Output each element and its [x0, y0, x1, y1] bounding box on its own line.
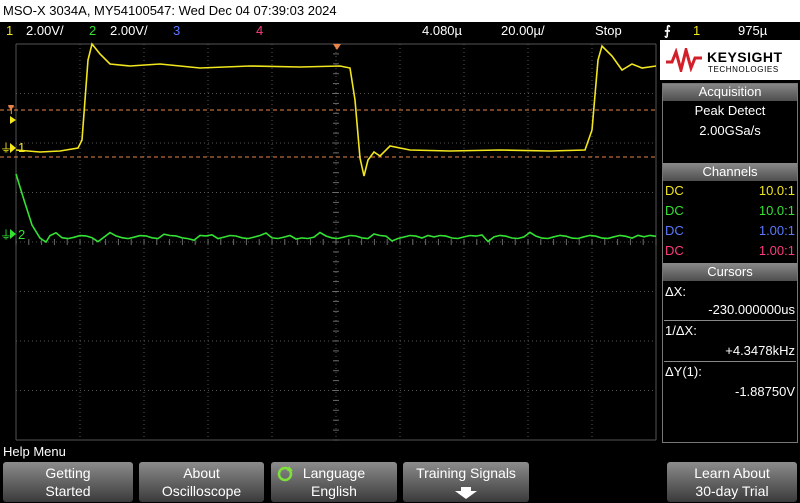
about-oscilloscope-softkey[interactable]: About Oscilloscope: [139, 462, 264, 502]
channels-box: DC 10.0:1 DC 10.0:1 DC 1.00:1 DC 1.00:1: [662, 181, 798, 261]
softkey-line1: Learn About: [694, 465, 770, 481]
softkey-line1: Training Signals: [416, 465, 516, 481]
acquisition-rate: 2.00GSa/s: [699, 123, 761, 138]
svg-text:⏚: ⏚: [0, 228, 12, 242]
brand-name: KEYSIGHT: [707, 49, 783, 65]
ch1-scale[interactable]: 2.00V/: [26, 22, 64, 40]
inverse-delta-x-label: 1/ΔX:: [665, 323, 697, 338]
time-scale[interactable]: 20.00µ/: [501, 22, 545, 40]
ch4-coupling: DC: [665, 243, 684, 258]
getting-started-softkey[interactable]: Getting Started: [3, 462, 133, 502]
ch2-number[interactable]: 2: [89, 22, 96, 40]
acquisition-box: Peak Detect 2.00GSa/s: [662, 101, 798, 141]
keysight-wave-icon: [666, 48, 702, 72]
waveform-display[interactable]: T 1 ⏚ 2 ⏚: [0, 40, 660, 443]
run-state[interactable]: Stop: [595, 22, 622, 40]
trigger-marker-label: T: [8, 105, 15, 117]
divider: [664, 361, 796, 362]
side-panel: KEYSIGHT TECHNOLOGIES Acquisition Peak D…: [660, 40, 800, 443]
title-bar: MSO-X 3034A, MY54100547: Wed Dec 04 07:3…: [0, 0, 800, 22]
language-softkey[interactable]: Language English: [271, 462, 397, 502]
trigger-arrow-icon: [10, 116, 16, 124]
ch3-coupling: DC: [665, 223, 684, 238]
learn-about-trial-softkey[interactable]: Learn About 30-day Trial: [667, 462, 797, 502]
softkey-bar: Getting Started About Oscilloscope Langu…: [0, 461, 800, 503]
trigger-edge-icon: ⨍: [664, 23, 671, 38]
help-menu-bar: Help Menu: [0, 443, 800, 461]
submenu-arrow-icon: [455, 487, 477, 499]
ch2-scale[interactable]: 2.00V/: [110, 22, 148, 40]
ch1-marker-label: 1: [18, 140, 25, 155]
brand-sub: TECHNOLOGIES: [708, 65, 779, 74]
inverse-delta-x-value: +4.3478kHz: [725, 343, 795, 358]
trigger-position-marker[interactable]: [333, 44, 341, 50]
ch4-number[interactable]: 4: [256, 22, 263, 40]
channel-bar: 1 2.00V/ 2 2.00V/ 3 4 4.080µ 20.00µ/ Sto…: [0, 22, 800, 40]
ch1-number[interactable]: 1: [6, 22, 13, 40]
delta-x-label: ΔX:: [665, 284, 686, 299]
ch2-coupling: DC: [665, 203, 684, 218]
help-menu-label: Help Menu: [3, 444, 66, 459]
cursors-header[interactable]: Cursors: [662, 263, 798, 281]
ch1-ground-marker[interactable]: 1 ⏚: [0, 140, 25, 155]
divider: [664, 320, 796, 321]
softkey-line2: 30-day Trial: [695, 483, 769, 499]
acquisition-header[interactable]: Acquisition: [662, 83, 798, 101]
delta-x-value: -230.000000us: [708, 302, 795, 317]
channels-header[interactable]: Channels: [662, 163, 798, 181]
title-text: MSO-X 3034A, MY54100547: Wed Dec 04 07:3…: [3, 3, 337, 18]
ch1-probe: 10.0:1: [758, 183, 795, 198]
delta-y-label: ΔY(1):: [665, 364, 702, 379]
graticule-and-traces: T 1 ⏚ 2 ⏚: [0, 42, 657, 441]
softkey-line1: About: [183, 465, 220, 481]
cursors-box: ΔX: -230.000000us 1/ΔX: +4.3478kHz ΔY(1)…: [662, 281, 798, 403]
softkey-line2: Oscilloscope: [161, 483, 242, 499]
keysight-logo: KEYSIGHT TECHNOLOGIES: [660, 40, 800, 80]
ch2-marker-label: 2: [18, 227, 25, 242]
ch3-probe: 1.00:1: [758, 223, 795, 238]
svg-text:⏚: ⏚: [0, 141, 12, 155]
acquisition-mode: Peak Detect: [694, 103, 766, 118]
ch4-probe: 1.00:1: [758, 243, 795, 258]
trigger-source[interactable]: 1: [693, 22, 700, 40]
training-signals-softkey[interactable]: Training Signals: [403, 462, 529, 502]
delta-y-value: -1.88750V: [735, 384, 795, 399]
ch2-probe: 10.0:1: [758, 203, 795, 218]
softkey-line2: English: [311, 483, 357, 499]
trigger-level[interactable]: 975µ: [738, 22, 767, 40]
ch1-coupling: DC: [665, 183, 684, 198]
softkey-line1: Getting: [45, 465, 91, 481]
rotate-knob-icon: [277, 466, 293, 482]
time-position[interactable]: 4.080µ: [422, 22, 462, 40]
ch3-number[interactable]: 3: [173, 22, 180, 40]
softkey-line2: Started: [45, 483, 91, 499]
ch2-ground-marker[interactable]: 2 ⏚: [0, 227, 25, 242]
